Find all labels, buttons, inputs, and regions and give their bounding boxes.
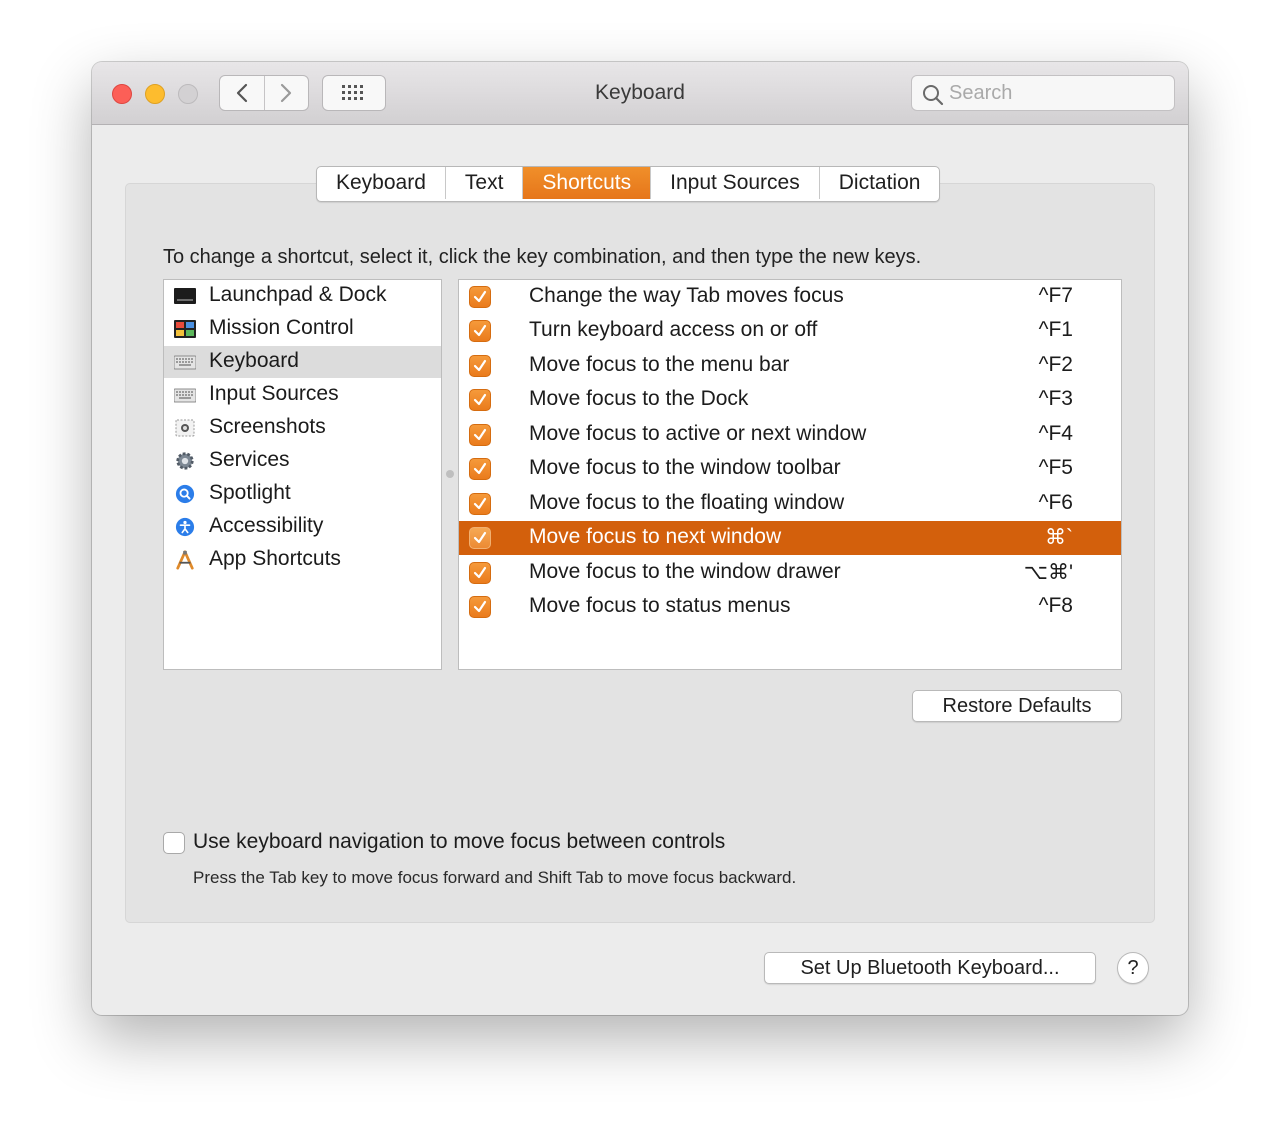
shortcut-key[interactable]: ^F3 xyxy=(1039,387,1073,411)
checkmark-icon xyxy=(473,600,487,613)
shortcut-checkbox[interactable] xyxy=(469,424,491,446)
shortcut-label: Move focus to the window toolbar xyxy=(529,456,841,479)
app-shortcuts-icon xyxy=(176,550,194,570)
tab-dictation[interactable]: Dictation xyxy=(820,167,940,199)
category-item-launchpad-dock[interactable]: Launchpad & Dock xyxy=(164,280,441,312)
shortcut-label: Move focus to the menu bar xyxy=(529,353,790,376)
keyboard-navigation-checkbox[interactable] xyxy=(163,832,185,854)
shortcut-label: Change the way Tab moves focus xyxy=(529,284,844,307)
keyboard-navigation-label[interactable]: Use keyboard navigation to move focus be… xyxy=(193,830,725,854)
shortcut-key[interactable]: ^F8 xyxy=(1039,594,1073,618)
shortcut-row[interactable]: Move focus to the window toolbar ^F5 xyxy=(459,452,1121,486)
shortcut-checkbox[interactable] xyxy=(469,527,491,549)
tab-text[interactable]: Text xyxy=(446,167,524,199)
shortcut-checkbox[interactable] xyxy=(469,596,491,618)
shortcut-row[interactable]: Move focus to the window drawer ⌥⌘' xyxy=(459,556,1121,590)
spotlight-icon xyxy=(175,484,195,504)
checkmark-icon xyxy=(473,566,487,579)
shortcut-list: Change the way Tab moves focus ^F7 Turn … xyxy=(458,279,1122,670)
category-label: Launchpad & Dock xyxy=(209,283,387,306)
category-item-mission-control[interactable]: Mission Control xyxy=(164,313,441,345)
shortcut-row[interactable]: Move focus to the floating window ^F6 xyxy=(459,487,1121,521)
tab-input-sources[interactable]: Input Sources xyxy=(651,167,820,199)
shortcut-checkbox[interactable] xyxy=(469,320,491,342)
category-item-input-sources[interactable]: Input Sources xyxy=(164,379,441,411)
category-item-app-shortcuts[interactable]: App Shortcuts xyxy=(164,544,441,576)
setup-bluetooth-keyboard-button[interactable]: Set Up Bluetooth Keyboard... xyxy=(764,952,1096,984)
checkmark-icon xyxy=(473,531,487,544)
category-label: Mission Control xyxy=(209,316,354,339)
shortcut-row[interactable]: Move focus to active or next window ^F4 xyxy=(459,418,1121,452)
tab-shortcuts[interactable]: Shortcuts xyxy=(523,167,652,199)
gear-icon xyxy=(176,452,194,470)
shortcut-key[interactable]: ⌘` xyxy=(1045,525,1073,550)
launchpad-icon xyxy=(174,288,196,304)
screenshot-icon xyxy=(175,419,195,437)
search-icon xyxy=(923,85,944,106)
tab-keyboard[interactable]: Keyboard xyxy=(317,167,446,199)
category-list: Launchpad & Dock Mission Control Keyboar… xyxy=(163,279,442,670)
keyboard-icon xyxy=(174,388,196,403)
shortcut-label: Move focus to the floating window xyxy=(529,491,845,514)
shortcut-checkbox[interactable] xyxy=(469,458,491,480)
shortcut-key[interactable]: ^F6 xyxy=(1039,491,1073,515)
category-label: Input Sources xyxy=(209,382,339,405)
keyboard-icon xyxy=(174,355,196,370)
category-label: Accessibility xyxy=(209,514,324,537)
shortcut-row[interactable]: Move focus to the Dock ^F3 xyxy=(459,383,1121,417)
shortcut-checkbox[interactable] xyxy=(469,562,491,584)
checkmark-icon xyxy=(473,428,487,441)
shortcut-key[interactable]: ^F5 xyxy=(1039,456,1073,480)
instructions-text: To change a shortcut, select it, click t… xyxy=(163,246,922,268)
checkmark-icon xyxy=(473,290,487,303)
checkmark-icon xyxy=(473,497,487,510)
shortcut-key[interactable]: ^F2 xyxy=(1039,353,1073,377)
shortcut-label: Move focus to the window drawer xyxy=(529,560,841,583)
shortcut-label: Move focus to the Dock xyxy=(529,387,749,410)
shortcut-key[interactable]: ^F7 xyxy=(1039,284,1073,308)
shortcut-key[interactable]: ^F4 xyxy=(1039,422,1073,446)
restore-defaults-button[interactable]: Restore Defaults xyxy=(912,690,1122,722)
shortcut-row-selected[interactable]: Move focus to next window ⌘` xyxy=(459,521,1121,555)
help-button[interactable]: ? xyxy=(1117,952,1149,984)
search-input[interactable] xyxy=(949,76,1159,110)
shortcut-row[interactable]: Turn keyboard access on or off ^F1 xyxy=(459,314,1121,348)
checkmark-icon xyxy=(473,359,487,372)
shortcut-label: Turn keyboard access on or off xyxy=(529,318,818,341)
keyboard-navigation-help-text: Press the Tab key to move focus forward … xyxy=(193,868,797,887)
shortcut-checkbox[interactable] xyxy=(469,355,491,377)
tab-bar: Keyboard Text Shortcuts Input Sources Di… xyxy=(316,166,941,202)
shortcut-row[interactable]: Move focus to status menus ^F8 xyxy=(459,590,1121,624)
checkmark-icon xyxy=(473,324,487,337)
shortcut-row[interactable]: Change the way Tab moves focus ^F7 xyxy=(459,280,1121,314)
category-label: Screenshots xyxy=(209,415,326,438)
shortcut-checkbox[interactable] xyxy=(469,493,491,515)
shortcut-key[interactable]: ⌥⌘' xyxy=(1024,560,1073,585)
category-item-keyboard[interactable]: Keyboard xyxy=(164,346,441,378)
shortcut-label: Move focus to status menus xyxy=(529,594,791,617)
mission-control-icon xyxy=(174,320,196,338)
category-label: Spotlight xyxy=(209,481,291,504)
category-item-screenshots[interactable]: Screenshots xyxy=(164,412,441,444)
checkmark-icon xyxy=(473,462,487,475)
preferences-window: Keyboard Keyboard Text Shortcuts Input S… xyxy=(92,62,1188,1015)
shortcut-label: Move focus to next window xyxy=(529,525,782,548)
category-item-accessibility[interactable]: Accessibility xyxy=(164,511,441,543)
search-field[interactable] xyxy=(911,75,1175,111)
shortcut-checkbox[interactable] xyxy=(469,389,491,411)
shortcut-key[interactable]: ^F1 xyxy=(1039,318,1073,342)
split-view-divider-handle[interactable] xyxy=(446,470,454,478)
shortcut-row[interactable]: Move focus to the menu bar ^F2 xyxy=(459,349,1121,383)
category-item-services[interactable]: Services xyxy=(164,445,441,477)
shortcut-checkbox[interactable] xyxy=(469,286,491,308)
shortcut-label: Move focus to active or next window xyxy=(529,422,867,445)
category-label: App Shortcuts xyxy=(209,547,341,570)
title-bar: Keyboard xyxy=(92,62,1188,125)
category-item-spotlight[interactable]: Spotlight xyxy=(164,478,441,510)
category-label: Services xyxy=(209,448,290,471)
category-label: Keyboard xyxy=(209,349,299,372)
accessibility-icon xyxy=(175,517,195,537)
checkmark-icon xyxy=(473,393,487,406)
